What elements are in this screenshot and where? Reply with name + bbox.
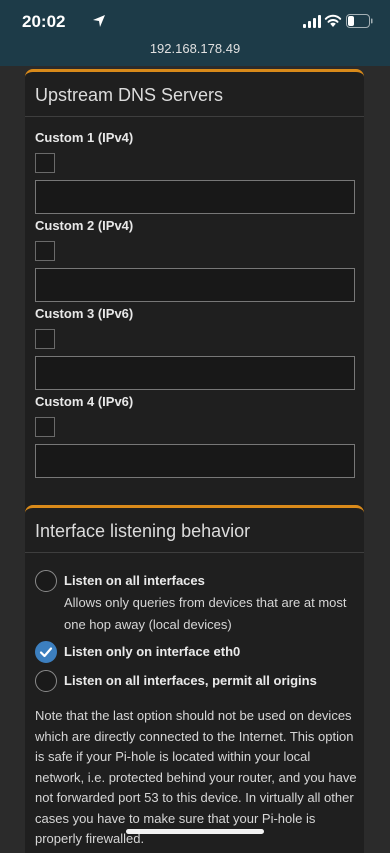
checkmark-icon [39,646,52,657]
divider [25,116,364,117]
custom4-label: Custom 4 (IPv6) [35,394,134,409]
radio-listen-eth0[interactable] [35,641,57,663]
radio-listen-eth0-label[interactable]: Listen only on interface eth0 [64,644,240,659]
interface-listening-card: Interface listening behavior Listen on a… [25,505,364,853]
custom2-input[interactable] [35,268,355,302]
status-bar: 20:02 192.168.178.49 [0,0,390,66]
custom3-label: Custom 3 (IPv6) [35,306,134,321]
card-title: Interface listening behavior [35,521,251,541]
clock: 20:02 [22,12,66,31]
radio-listen-all-label[interactable]: Listen on all interfaces [64,573,205,588]
battery-icon [346,14,373,28]
location-arrow-icon [93,15,105,27]
radio-listen-all[interactable] [35,570,57,592]
cellular-signal-icon [303,15,321,28]
custom3-input[interactable] [35,356,355,390]
radio-listen-all-description: Allows only queries from devices that ar… [64,595,347,632]
divider [25,552,364,553]
home-indicator[interactable] [126,829,264,834]
custom4-checkbox[interactable] [35,417,55,437]
address-bar-url[interactable]: 192.168.178.49 [0,41,390,56]
upstream-dns-card: Upstream DNS Servers Custom 1 (IPv4) Cus… [25,69,364,512]
custom4-input[interactable] [35,444,355,478]
radio-permit-all-origins[interactable] [35,670,57,692]
custom3-checkbox[interactable] [35,329,55,349]
custom2-checkbox[interactable] [35,241,55,261]
custom2-label: Custom 2 (IPv4) [35,218,134,233]
warning-note: Note that the last option should not be … [35,708,357,846]
custom1-input[interactable] [35,180,355,214]
custom1-checkbox[interactable] [35,153,55,173]
card-title: Upstream DNS Servers [35,85,224,105]
custom1-label: Custom 1 (IPv4) [35,130,134,145]
wifi-icon [324,14,342,27]
radio-permit-all-origins-label[interactable]: Listen on all interfaces, permit all ori… [64,673,317,688]
